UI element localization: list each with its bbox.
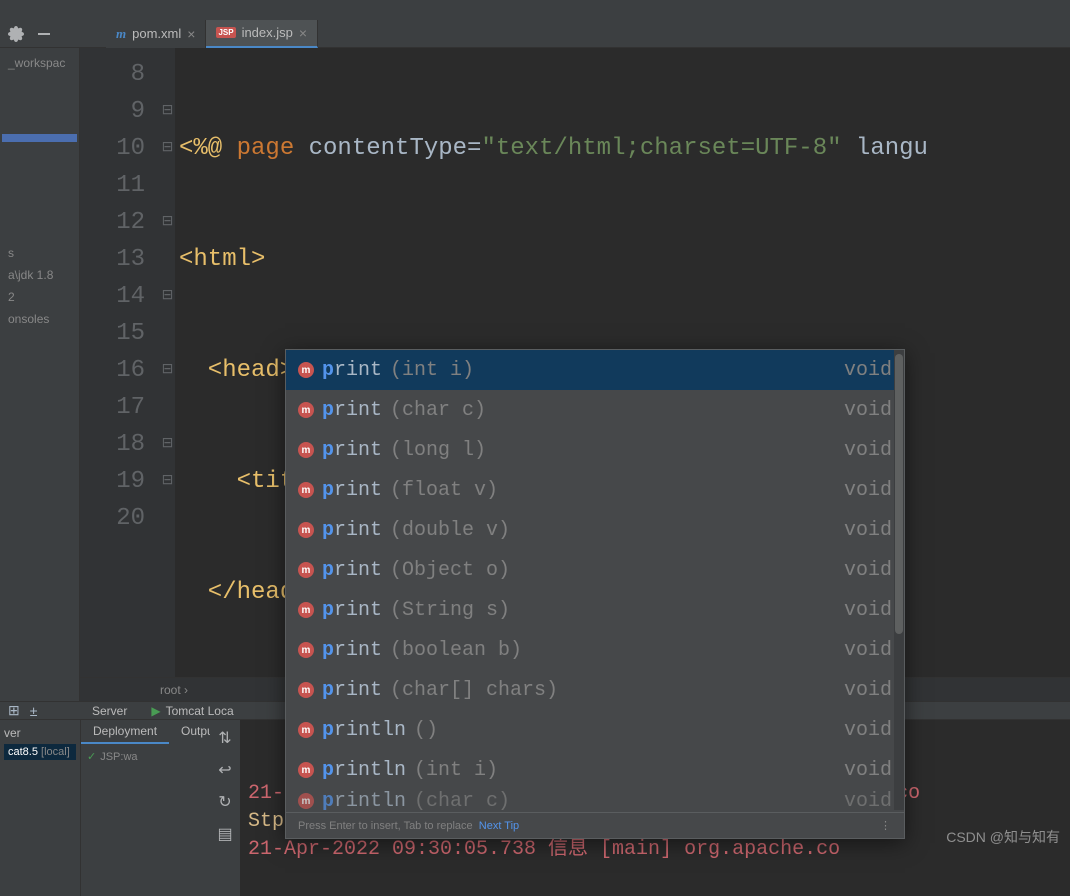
server-tab[interactable]: Server [80,702,139,719]
autocomplete-popup[interactable]: mprint(int i)voidmprint(char c)voidmprin… [285,349,905,839]
up-icon[interactable]: ⇅ [218,728,231,748]
autocomplete-item[interactable]: mprintln()void [286,710,904,750]
run-configs[interactable]: ver cat8.5 [local] [0,720,80,896]
filter-icon[interactable]: ▤ [217,824,232,844]
tab-pom[interactable]: m pom.xml × [106,20,206,48]
method-icon: m [298,362,314,378]
toolbar: m pom.xml × JSP index.jsp × [0,20,1070,48]
autocomplete-item[interactable]: mprintln(int i)void [286,750,904,790]
method-icon: m [298,522,314,538]
method-icon: m [298,602,314,618]
deployment-item[interactable]: ✓JSP:wa [81,744,210,769]
autocomplete-item[interactable]: mprintln(char c)void [286,790,904,812]
refresh-icon[interactable]: ↻ [218,792,231,812]
method-icon: m [298,482,314,498]
jsp-icon: JSP [216,27,235,38]
tab-index-jsp[interactable]: JSP index.jsp × [206,20,318,48]
autocomplete-item[interactable]: mprint(char c)void [286,390,904,430]
method-icon: m [298,793,314,809]
deployment-tab[interactable]: Deployment [81,720,169,744]
sidebar-item[interactable]: 2 [2,286,77,308]
autocomplete-item[interactable]: mprint(double v)void [286,510,904,550]
sidebar-item[interactable]: onsoles [2,308,77,330]
wrap-icon[interactable]: ↩ [218,760,231,780]
next-tip-link[interactable]: Next Tip [479,820,519,832]
close-icon[interactable]: × [299,25,307,41]
project-sidebar[interactable]: _workspac s a\jdk 1.8 2 onsoles [0,48,80,701]
autocomplete-item[interactable]: mprint(Object o)void [286,550,904,590]
autocomplete-item[interactable]: mprint(boolean b)void [286,630,904,670]
sidebar-item[interactable]: s [2,242,77,264]
close-icon[interactable]: × [187,26,195,42]
method-icon: m [298,442,314,458]
minus-icon[interactable] [36,26,52,42]
sidebar-item[interactable]: _workspac [2,52,77,74]
console-toolbar: ⇅ ↩ ↻ ▤ [210,720,240,896]
autocomplete-item[interactable]: mprint(char[] chars)void [286,670,904,710]
sidebar-item[interactable]: a\jdk 1.8 [2,264,77,286]
maven-icon: m [116,26,126,42]
method-icon: m [298,562,314,578]
tomcat-tab[interactable]: ▶ Tomcat Loca [139,702,245,719]
autocomplete-footer: Press Enter to insert, Tab to replace Ne… [286,812,904,838]
watermark: CSDN @知与知有 [946,827,1060,847]
config-item[interactable]: cat8.5 [local] [4,744,76,760]
autocomplete-item[interactable]: mprint(int i)void [286,350,904,390]
autocomplete-item[interactable]: mprint(long l)void [286,430,904,470]
sidebar-item[interactable] [2,134,77,142]
gear-icon[interactable] [8,26,24,42]
method-icon: m [298,722,314,738]
more-icon[interactable]: ⋮ [880,819,892,832]
method-icon: m [298,682,314,698]
plus-icon[interactable]: ± [30,703,38,719]
fold-column[interactable]: ⊟⊟⊟⊟⊟⊟⊟ [160,48,175,677]
layout-icon[interactable]: ⊞ [8,702,20,719]
editor-tabs: m pom.xml × JSP index.jsp × [106,20,318,48]
method-icon: m [298,762,314,778]
autocomplete-item[interactable]: mprint(float v)void [286,470,904,510]
autocomplete-item[interactable]: mprint(String s)void [286,590,904,630]
method-icon: m [298,402,314,418]
line-gutter: 891011121314151617181920 [80,48,160,677]
method-icon: m [298,642,314,658]
